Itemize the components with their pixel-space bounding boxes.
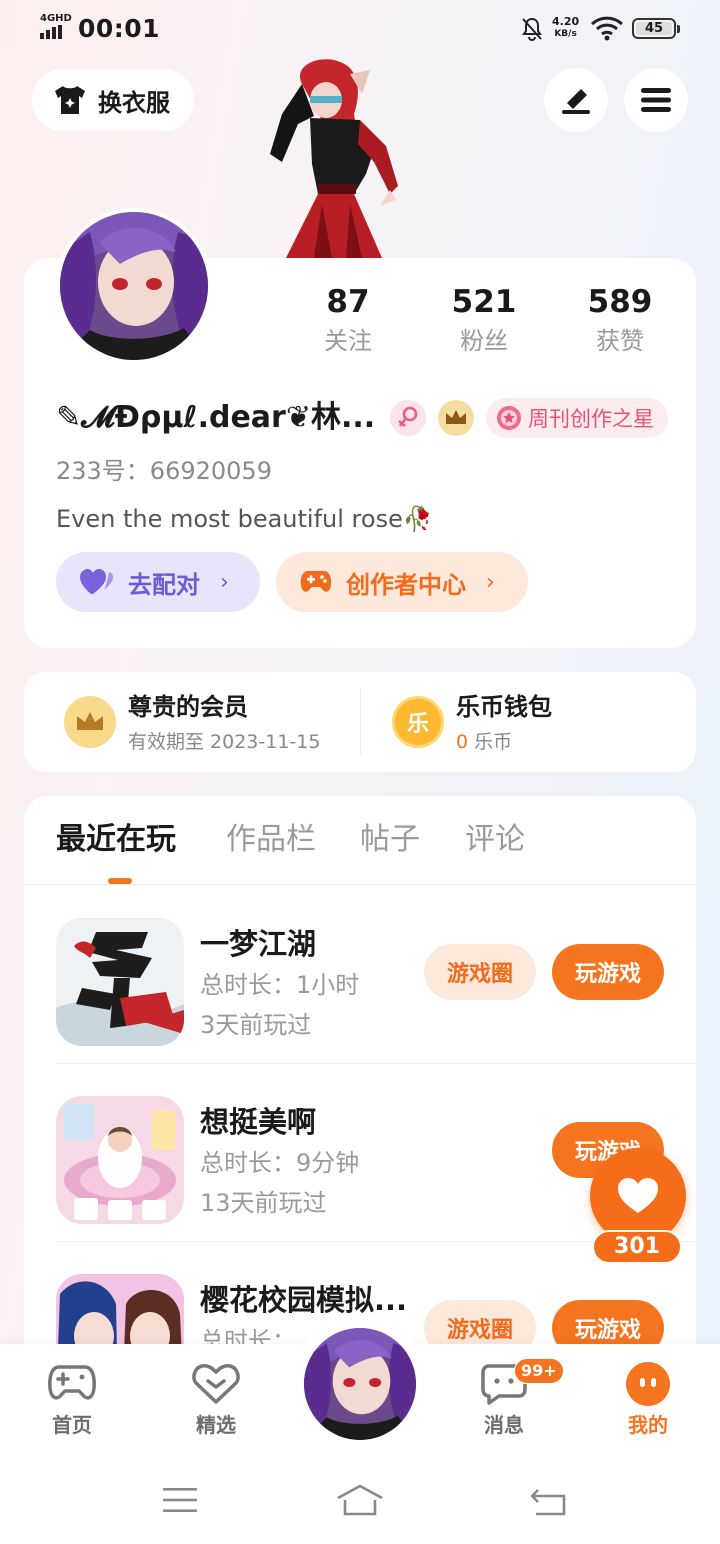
signal-icon xyxy=(40,25,62,39)
nav-featured-label: 精选 xyxy=(196,1413,236,1437)
nickname: ✎𝓜Ɖρµℓ.dear❦林... xyxy=(56,400,376,435)
following-count: 87 xyxy=(326,284,370,320)
change-outfit-label: 换衣服 xyxy=(98,88,170,117)
game-duration: 总时长：1小时 xyxy=(200,971,360,999)
avatar[interactable] xyxy=(56,208,212,364)
match-button[interactable]: 去配对 › xyxy=(56,552,260,612)
nav-center-avatar[interactable] xyxy=(294,1316,426,1448)
stat-following[interactable]: 87 关注 xyxy=(288,284,408,356)
pen-icon xyxy=(562,89,590,114)
divider xyxy=(360,688,361,756)
edit-profile-button[interactable] xyxy=(544,68,608,132)
clock: 00:01 xyxy=(78,14,161,43)
back-icon[interactable] xyxy=(530,1486,568,1516)
wallet-balance: 0 乐币 xyxy=(456,730,512,754)
wifi-icon xyxy=(590,16,624,41)
bio: Even the most beautiful rose🥀 xyxy=(56,505,433,533)
tab-recently-played[interactable]: 最近在玩 xyxy=(56,820,176,860)
gamepad-outline-icon xyxy=(48,1365,96,1400)
stat-likes[interactable]: 589 获赞 xyxy=(560,284,680,356)
wallet-title[interactable]: 乐币钱包 xyxy=(456,692,552,722)
game-last-played: 3天前玩过 xyxy=(200,1011,312,1039)
crown-icon xyxy=(446,410,466,424)
nav-home[interactable]: 首页 xyxy=(24,1362,120,1438)
creator-center-button[interactable]: 创作者中心 › xyxy=(276,552,528,612)
avatar-image xyxy=(304,1328,416,1440)
avatar-image xyxy=(60,212,208,360)
game-name: 樱花校园模拟... xyxy=(200,1283,408,1317)
membership-crown-icon xyxy=(64,696,116,748)
mute-bell-icon xyxy=(522,17,542,41)
tshirt-icon xyxy=(55,86,85,114)
game-name: 想挺美啊 xyxy=(200,1105,317,1139)
wallet-amount: 0 xyxy=(456,731,469,753)
menu-button[interactable] xyxy=(624,68,688,132)
net-speed: 4.20 KB/s xyxy=(552,15,580,40)
wallet-unit: 乐币 xyxy=(474,731,513,753)
game-icon-xiangtingmei xyxy=(56,1096,184,1224)
user-id[interactable]: 233号：66920059 xyxy=(56,456,272,486)
avatar-character-3d[interactable] xyxy=(262,54,410,258)
membership-expiry: 有效期至 2023-11-15 xyxy=(128,731,321,753)
home-icon[interactable] xyxy=(336,1484,384,1516)
following-label: 关注 xyxy=(324,327,372,355)
likes-label: 获赞 xyxy=(596,327,644,355)
play-game-button[interactable]: 玩游戏 xyxy=(552,944,664,1000)
hamburger-menu-icon xyxy=(641,88,671,112)
chevron-right-icon: › xyxy=(486,569,495,595)
star-medal-icon xyxy=(497,406,521,430)
battery-icon: 45 xyxy=(632,18,680,39)
nav-messages-label: 消息 xyxy=(484,1413,524,1437)
change-outfit-button[interactable]: 换衣服 xyxy=(32,69,194,131)
stat-followers[interactable]: 521 粉丝 xyxy=(424,284,544,356)
profile-face-icon xyxy=(626,1362,670,1406)
status-bar: 4GHD 00:01 4.20 KB/s 45 xyxy=(0,0,720,56)
like-count: 301 xyxy=(592,1230,682,1264)
nav-home-label: 首页 xyxy=(52,1413,92,1437)
game-duration: 总时长：9分钟 xyxy=(200,1149,360,1177)
nav-mine[interactable]: 我的 xyxy=(600,1362,696,1438)
chevron-right-icon: › xyxy=(220,569,229,595)
game-last-played: 13天前玩过 xyxy=(200,1189,327,1217)
tab-divider xyxy=(24,884,696,885)
nav-mine-label: 我的 xyxy=(628,1413,668,1437)
hearts-icon xyxy=(80,569,113,594)
messages-badge: 99+ xyxy=(514,1358,564,1384)
tab-posts[interactable]: 帖子 xyxy=(360,820,420,860)
likes-count: 589 xyxy=(587,284,653,320)
system-navigation-bar xyxy=(0,1456,720,1544)
tab-works[interactable]: 作品栏 xyxy=(226,820,316,860)
tab-comments[interactable]: 评论 xyxy=(465,820,525,860)
game-circle-button[interactable]: 游戏圈 xyxy=(424,944,536,1000)
game-name: 一梦江湖 xyxy=(200,927,317,961)
membership-title[interactable]: 尊贵的会员 xyxy=(128,692,248,722)
game-icon-yimeng xyxy=(56,918,184,1046)
female-icon xyxy=(398,406,418,427)
vip-badge[interactable] xyxy=(438,400,474,436)
weekly-creator-star-badge[interactable]: 周刊创作之星 xyxy=(486,398,668,438)
match-label: 去配对 xyxy=(128,570,200,599)
gamepad-icon xyxy=(300,571,332,592)
network-type: 4GHD xyxy=(40,13,72,24)
followers-label: 粉丝 xyxy=(460,327,508,355)
followers-count: 521 xyxy=(451,284,517,320)
female-gender-badge xyxy=(390,400,426,436)
list-item[interactable]: 一梦江湖 总时长：1小时 3天前玩过 游戏圈 玩游戏 xyxy=(24,886,696,1064)
nav-featured[interactable]: 精选 xyxy=(168,1362,264,1438)
heart-outline-icon xyxy=(192,1364,240,1404)
weekly-creator-star-label: 周刊创作之星 xyxy=(528,407,654,431)
recent-apps-icon[interactable] xyxy=(162,1486,198,1514)
le-coin-icon: 乐 xyxy=(392,696,444,748)
creator-center-label: 创作者中心 xyxy=(346,570,466,599)
heart-icon xyxy=(618,1178,658,1213)
